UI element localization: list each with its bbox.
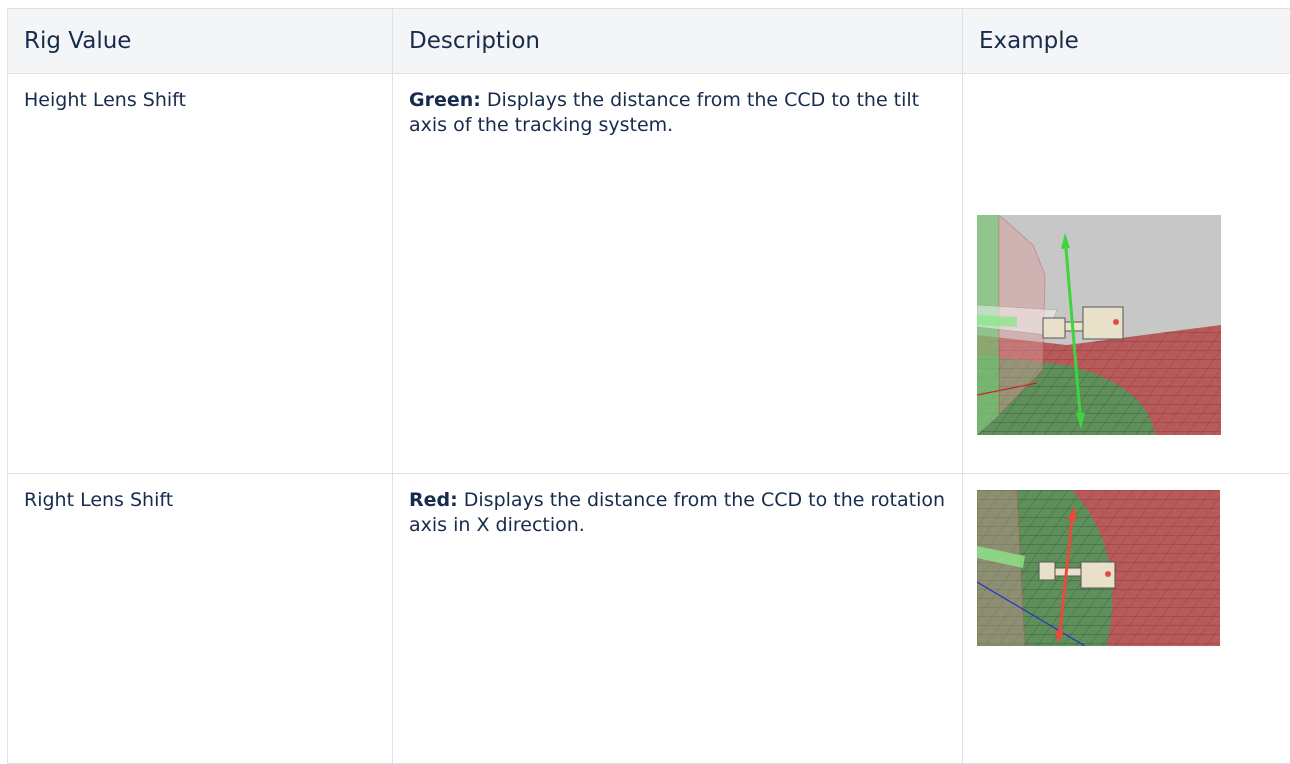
rig-values-table: Rig Value Description Example Height Len… (7, 8, 1290, 764)
description-text: Displays the distance from the CCD to th… (409, 489, 945, 536)
description-text: Displays the distance from the CCD to th… (409, 89, 919, 136)
rig-value-cell: Height Lens Shift (8, 74, 393, 474)
header-rig-value: Rig Value (8, 9, 393, 74)
table-row: Height Lens Shift Green: Displays the di… (8, 74, 1290, 474)
description-cell: Green: Displays the distance from the CC… (393, 74, 963, 474)
description-cell: Red: Displays the distance from the CCD … (393, 474, 963, 764)
table-row: Right Lens Shift Red: Displays the dista… (8, 474, 1290, 764)
example-cell (963, 74, 1290, 474)
color-label-red: Red: (409, 489, 458, 511)
rig-value-cell: Right Lens Shift (8, 474, 393, 764)
color-label-green: Green: (409, 89, 481, 111)
height-lens-shift-3d-render (977, 215, 1221, 435)
example-cell (963, 474, 1290, 764)
right-lens-shift-3d-render (977, 490, 1220, 646)
table-header-row: Rig Value Description Example (8, 9, 1290, 74)
header-example: Example (963, 9, 1290, 74)
header-description: Description (393, 9, 963, 74)
